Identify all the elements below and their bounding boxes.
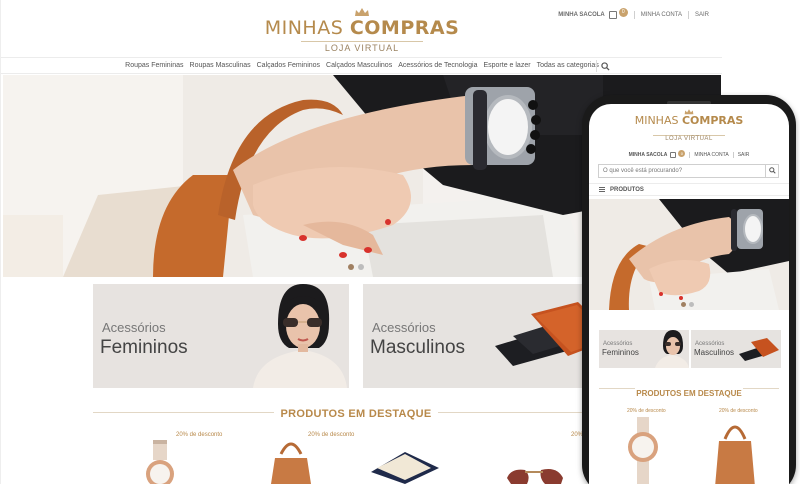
search-icon — [769, 167, 776, 174]
nav-item-calcados-masculinos[interactable]: Calçados Masculinos — [326, 62, 392, 69]
menu-label: PRODUTOS — [610, 187, 644, 193]
nav-item-esporte-lazer[interactable]: Esporte e lazer — [483, 62, 530, 69]
logout-link[interactable]: SAIR — [695, 12, 709, 18]
search-placeholder: O que você está procurando? — [603, 168, 683, 174]
category-banner-title: Femininos — [602, 348, 639, 357]
category-banner-acessorios-femininos[interactable]: Acessórios Femininos — [93, 284, 349, 388]
phone-mockup: MINHAS COMPRAS LOJA VIRTUAL MINHA SACOLA… — [582, 95, 796, 484]
divider — [633, 11, 635, 19]
wallets-photo — [363, 284, 619, 388]
product-watch-image[interactable] — [131, 440, 191, 484]
nav-item-acessorios-tecnologia[interactable]: Acessórios de Tecnologia — [398, 62, 477, 69]
carousel-dot[interactable] — [348, 264, 354, 270]
my-account-link[interactable]: MINHA CONTA — [641, 12, 682, 18]
discount-label: 20% de desconto — [308, 432, 355, 438]
logo-wordmark: MINHAS COMPRAS — [264, 17, 460, 39]
carousel-dot[interactable] — [358, 264, 364, 270]
featured-products-heading: PRODUTOS EM DESTAQUE — [93, 404, 619, 422]
site-header: MINHAS COMPRAS LOJA VIRTUAL MINHA SACOLA… — [1, 0, 722, 58]
divider — [689, 152, 691, 158]
mobile-site-logo[interactable]: MINHAS COMPRAS LOJA VIRTUAL — [589, 109, 789, 145]
logo-tagline: LOJA VIRTUAL — [653, 135, 725, 142]
hero-photo-hands-watch — [589, 199, 789, 310]
logo-wordmark: MINHAS COMPRAS — [634, 114, 744, 127]
carousel-dot[interactable] — [681, 302, 686, 307]
mobile-site: MINHAS COMPRAS LOJA VIRTUAL MINHA SACOLA… — [589, 104, 789, 484]
bag-link[interactable]: MINHA SACOLA — [558, 12, 604, 18]
product-sunglasses-image[interactable] — [501, 440, 571, 484]
category-nav: Roupas Femininas Roupas Masculinas Calça… — [1, 58, 722, 74]
bag-count-badge: 0 — [618, 7, 628, 17]
category-banner-subtitle: Acessórios — [603, 341, 633, 347]
hero-carousel-dots — [681, 302, 697, 307]
search-icon — [601, 62, 610, 71]
discount-label: 20% de desconto — [627, 408, 666, 414]
mobile-category-banner-masculinos[interactable]: Acessórios Masculinos — [691, 330, 781, 368]
woman-sunglasses-photo — [93, 284, 349, 388]
section-title: PRODUTOS EM DESTAQUE — [274, 408, 438, 420]
divider — [687, 11, 689, 19]
category-banner-acessorios-masculinos[interactable]: Acessórios Masculinos — [363, 284, 619, 388]
product-handbag-image[interactable] — [261, 440, 321, 484]
bag-link[interactable]: MINHA SACOLA — [629, 152, 668, 158]
mobile-featured-heading: PRODUTOS EM DESTAQUE — [589, 383, 789, 401]
logo-tagline: LOJA VIRTUAL — [300, 41, 424, 53]
hamburger-icon — [599, 187, 605, 192]
discount-label: 20% de desconto — [176, 432, 223, 438]
bag-count-badge: 0 — [678, 149, 686, 157]
my-account-link[interactable]: MINHA CONTA — [694, 152, 728, 158]
divider-line — [743, 388, 779, 389]
nav-item-roupas-femininas[interactable]: Roupas Femininas — [125, 62, 183, 69]
category-banners: Acessórios Femininos Acessórios Masculin… — [93, 284, 619, 388]
category-banner-subtitle: Acessórios — [102, 320, 166, 335]
divider-line — [599, 388, 635, 389]
category-banner-subtitle: Acessórios — [372, 320, 436, 335]
category-banner-title: Masculinos — [370, 337, 466, 358]
account-links: MINHA SACOLA 0 MINHA CONTA SAIR — [558, 7, 709, 19]
search-button[interactable] — [596, 60, 610, 72]
mobile-account-links: MINHA SACOLA 0 MINHA CONTA SAIR — [589, 149, 789, 158]
shopping-bag-icon[interactable] — [670, 152, 677, 158]
crown-icon — [355, 8, 369, 16]
nav-item-calcados-femininos[interactable]: Calçados Femininos — [257, 62, 320, 69]
mobile-menu-toggle[interactable]: PRODUTOS — [589, 183, 789, 196]
divider-line — [93, 412, 283, 413]
discount-label: 20% de desconto — [719, 408, 758, 414]
shopping-bag-icon[interactable] — [608, 11, 617, 19]
category-banner-subtitle: Acessórios — [695, 341, 725, 347]
section-title: PRODUTOS EM DESTAQUE — [636, 389, 742, 398]
nav-item-roupas-masculinas[interactable]: Roupas Masculinas — [190, 62, 251, 69]
product-watch-image[interactable] — [623, 417, 663, 484]
category-banner-title: Femininos — [100, 337, 188, 358]
product-handbag-image[interactable] — [713, 417, 757, 484]
hero-carousel-dots — [348, 264, 368, 270]
divider — [732, 152, 734, 158]
logout-link[interactable]: SAIR — [738, 152, 750, 158]
nav-item-todas-categorias[interactable]: Todas as categorias — [537, 62, 599, 69]
mobile-category-banner-femininos[interactable]: Acessórios Femininos — [599, 330, 689, 368]
search-button[interactable] — [765, 165, 778, 177]
category-banner-title: Masculinos — [694, 348, 735, 357]
product-wallet-image[interactable] — [365, 440, 445, 484]
carousel-dot[interactable] — [689, 302, 694, 307]
mobile-search-input[interactable]: O que você está procurando? — [598, 164, 779, 178]
mobile-hero-banner[interactable] — [589, 199, 789, 310]
